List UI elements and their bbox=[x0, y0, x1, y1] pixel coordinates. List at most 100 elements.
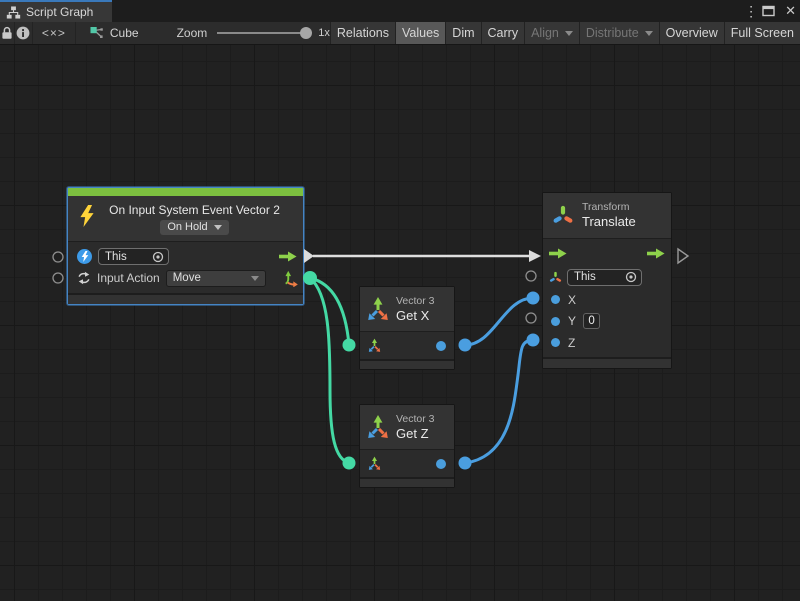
chevron-down-icon bbox=[214, 225, 222, 230]
values-button[interactable]: Values bbox=[395, 22, 445, 44]
event-target-value: This bbox=[105, 251, 127, 263]
event-flow-output-triangle[interactable] bbox=[304, 249, 314, 263]
lock-icon bbox=[1, 26, 13, 40]
x-output-port[interactable] bbox=[436, 341, 446, 351]
translate-x-port[interactable] bbox=[527, 292, 540, 305]
wire-getx-to-x[interactable] bbox=[465, 298, 533, 345]
full-screen-button[interactable]: Full Screen bbox=[724, 22, 800, 44]
zoom-label: Zoom bbox=[177, 26, 208, 40]
carry-button[interactable]: Carry bbox=[481, 22, 525, 44]
getz-category: Vector 3 bbox=[396, 413, 435, 426]
script-graph-icon bbox=[90, 26, 104, 40]
event-target-port[interactable] bbox=[53, 252, 63, 262]
translate-target-port[interactable] bbox=[526, 271, 536, 281]
dim-button[interactable]: Dim bbox=[445, 22, 480, 44]
translate-y-port[interactable] bbox=[526, 313, 536, 323]
target-picker-icon[interactable] bbox=[625, 271, 637, 283]
empty-selection-button[interactable]: <×> bbox=[33, 22, 76, 44]
event-mode-dropdown[interactable]: On Hold bbox=[160, 220, 228, 235]
event-vector2-output-port[interactable] bbox=[303, 271, 317, 285]
z-output-port[interactable] bbox=[436, 459, 446, 469]
zoom-value: 1x bbox=[318, 27, 330, 39]
y-value-input[interactable]: 0 bbox=[583, 313, 600, 329]
align-button[interactable]: Align bbox=[524, 22, 579, 44]
close-icon[interactable]: ✕ bbox=[785, 0, 796, 22]
transform-icon-small bbox=[549, 270, 562, 285]
info-icon bbox=[16, 26, 30, 40]
align-label: Align bbox=[531, 26, 559, 40]
graph-canvas[interactable]: On Input System Event Vector 2 On Hold T… bbox=[0, 45, 800, 601]
zoom-slider[interactable] bbox=[217, 32, 309, 34]
input-action-dropdown[interactable]: Move bbox=[166, 270, 266, 287]
z-input-port[interactable] bbox=[551, 338, 560, 347]
getx-output-port[interactable] bbox=[459, 339, 472, 352]
flow-input-arrow-icon bbox=[549, 248, 567, 259]
flow-arrowhead-icon bbox=[529, 250, 541, 262]
vector3-input-icon[interactable] bbox=[367, 456, 382, 471]
distribute-label: Distribute bbox=[586, 26, 639, 40]
y-label: Y bbox=[568, 314, 576, 328]
translate-target-value: This bbox=[574, 271, 596, 283]
input-action-icon bbox=[77, 271, 91, 285]
vector3-icon bbox=[365, 414, 391, 440]
window-menu-icon[interactable]: ⋮ bbox=[744, 0, 752, 22]
input-action-value: Move bbox=[173, 272, 201, 284]
vector2-output-icon bbox=[283, 270, 298, 287]
event-mode-value: On Hold bbox=[167, 221, 207, 233]
getz-output-port[interactable] bbox=[459, 457, 472, 470]
target-picker-icon[interactable] bbox=[152, 251, 164, 263]
translate-flow-output-triangle[interactable] bbox=[678, 249, 688, 263]
event-target-field[interactable]: This bbox=[98, 248, 169, 265]
transform-icon bbox=[552, 203, 574, 228]
graph-toolbar: <×> Cube Zoom 1x Relations Values Dim Ca… bbox=[0, 22, 800, 45]
graph-tree-icon bbox=[6, 6, 21, 19]
title-bar: Script Graph ⋮ ✕ bbox=[0, 0, 800, 22]
x-input-port[interactable] bbox=[551, 295, 560, 304]
wire-getz-to-z[interactable] bbox=[465, 340, 533, 463]
getz-title: Get Z bbox=[396, 426, 435, 442]
getx-input-port[interactable] bbox=[343, 339, 356, 352]
node-transform-translate[interactable]: Transform Translate This bbox=[542, 192, 672, 369]
flow-output-arrow-icon bbox=[647, 248, 665, 259]
zoom-slider-handle[interactable] bbox=[300, 27, 312, 39]
node-vector3-get-x[interactable]: Vector 3 Get X bbox=[359, 286, 455, 370]
graph-context-button[interactable]: Cube bbox=[76, 22, 149, 44]
event-node-title: On Input System Event Vector 2 bbox=[109, 203, 280, 217]
node-on-input-system-event[interactable]: On Input System Event Vector 2 On Hold T… bbox=[67, 187, 304, 305]
overview-button[interactable]: Overview bbox=[659, 22, 724, 44]
getz-input-port[interactable] bbox=[343, 457, 356, 470]
node-vector3-get-z[interactable]: Vector 3 Get Z bbox=[359, 404, 455, 488]
chevron-down-icon bbox=[645, 31, 653, 36]
z-label: Z bbox=[568, 336, 575, 350]
node-footer bbox=[68, 293, 303, 304]
context-label: Cube bbox=[110, 26, 139, 40]
vector3-icon bbox=[365, 296, 391, 322]
lightning-icon bbox=[79, 205, 95, 227]
getx-category: Vector 3 bbox=[396, 295, 435, 308]
script-graph-window: Script Graph ⋮ ✕ <×> Cube Zoom 1x Relat bbox=[0, 0, 800, 601]
vector3-input-icon[interactable] bbox=[367, 338, 382, 353]
node-footer bbox=[360, 359, 454, 369]
translate-title: Translate bbox=[582, 214, 636, 230]
event-accent-bar bbox=[68, 188, 303, 196]
y-input-port[interactable] bbox=[551, 317, 560, 326]
lock-button[interactable] bbox=[0, 22, 15, 44]
x-label: X bbox=[568, 293, 576, 307]
translate-z-port[interactable] bbox=[527, 334, 540, 347]
distribute-button[interactable]: Distribute bbox=[579, 22, 659, 44]
player-input-icon bbox=[77, 249, 92, 264]
tab-label: Script Graph bbox=[26, 5, 93, 19]
inspect-button[interactable] bbox=[15, 22, 33, 44]
wire-event-to-getz[interactable] bbox=[310, 278, 349, 463]
flow-output-arrow-icon bbox=[279, 251, 297, 262]
relations-button[interactable]: Relations bbox=[330, 22, 395, 44]
tab-script-graph[interactable]: Script Graph bbox=[0, 0, 112, 22]
translate-target-field[interactable]: This bbox=[567, 269, 642, 286]
wire-event-to-getx[interactable] bbox=[310, 278, 349, 345]
maximize-icon[interactable] bbox=[762, 5, 775, 17]
node-footer bbox=[360, 477, 454, 487]
chevron-down-icon bbox=[251, 276, 259, 281]
translate-category: Transform bbox=[582, 201, 636, 214]
chevron-down-icon bbox=[565, 31, 573, 36]
event-action-port[interactable] bbox=[53, 273, 63, 283]
